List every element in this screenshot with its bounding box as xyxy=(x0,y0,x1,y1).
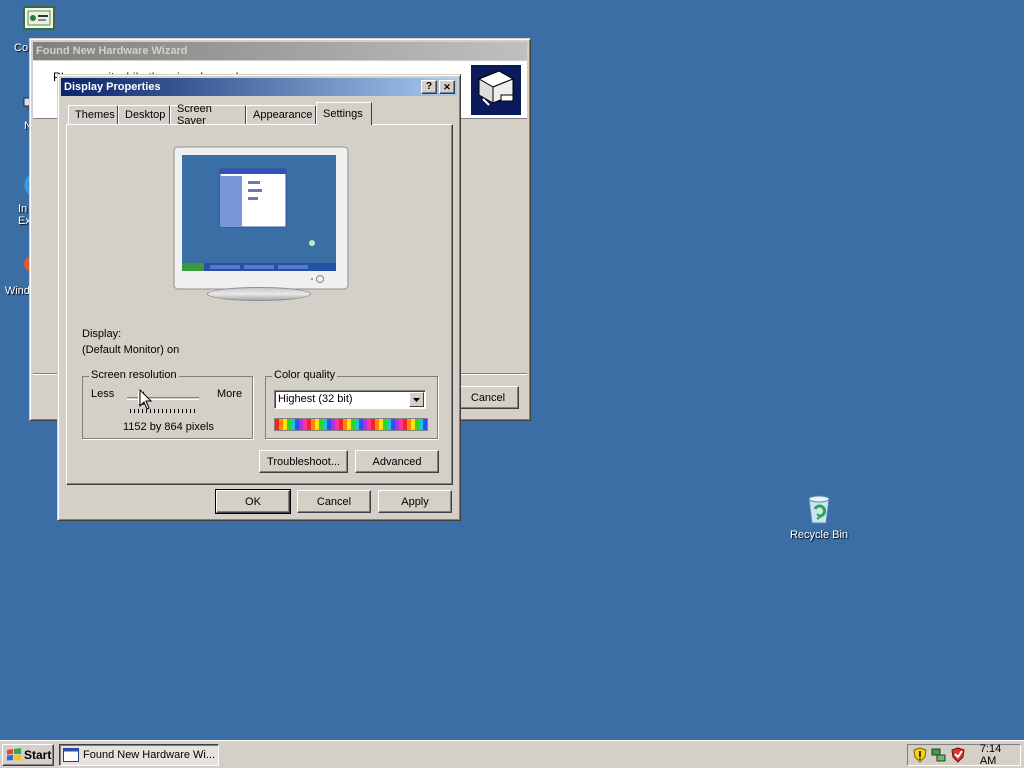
resolution-slider[interactable] xyxy=(127,391,199,413)
settings-panel: Display: (Default Monitor) on Screen res… xyxy=(66,124,453,485)
tab-themes[interactable]: Themes xyxy=(68,105,118,124)
wizard-titlebar[interactable]: Found New Hardware Wizard xyxy=(33,42,527,60)
mouse-cursor-icon xyxy=(139,388,153,411)
tab-desktop[interactable]: Desktop xyxy=(118,105,170,124)
windows-logo-icon xyxy=(7,748,21,761)
computer-icon xyxy=(23,6,55,38)
taskbar: Start Found New Hardware Wi... 7:14 AM xyxy=(0,740,1024,768)
recycle-bin-icon xyxy=(803,493,835,525)
resolution-value: 1152 by 864 pixels xyxy=(123,421,214,433)
network-connection-icon[interactable] xyxy=(931,747,947,763)
wizard-cancel-button[interactable]: Cancel xyxy=(457,386,519,409)
taskbar-item-label: Found New Hardware Wi... xyxy=(83,749,216,761)
system-tray: 7:14 AM xyxy=(907,743,1021,767)
tab-strip: Themes Desktop Screen Saver Appearance S… xyxy=(68,102,452,127)
color-quality-select[interactable]: Highest (32 bit) xyxy=(274,390,426,409)
resolution-less-label: Less xyxy=(91,388,115,400)
tab-appearance[interactable]: Appearance xyxy=(246,105,316,124)
color-spectrum-bar xyxy=(274,418,428,431)
dropdown-arrow-button[interactable] xyxy=(409,392,424,407)
color-quality-value: Highest (32 bit) xyxy=(278,393,353,405)
screen-resolution-group: Screen resolution Less More 1152 by 864 … xyxy=(82,369,253,439)
monitor-preview xyxy=(172,145,350,305)
monitor-stand xyxy=(207,287,311,301)
tab-screen-saver[interactable]: Screen Saver xyxy=(170,103,246,127)
desktop-icon-recycle-bin[interactable]: Recycle Bin xyxy=(783,493,855,542)
help-button[interactable]: ? xyxy=(421,80,437,94)
recycle-bin-label: Recycle Bin xyxy=(789,529,849,541)
tab-settings[interactable]: Settings xyxy=(316,102,372,125)
display-label: Display: xyxy=(82,328,122,340)
window-icon xyxy=(63,748,79,762)
ok-button[interactable]: OK xyxy=(215,489,291,514)
cancel-button[interactable]: Cancel xyxy=(297,490,371,513)
start-label: Start xyxy=(24,748,52,762)
security-shield-icon[interactable] xyxy=(912,747,928,763)
display-properties-window[interactable]: Display Properties ? ✕ Themes Desktop Sc… xyxy=(57,74,461,521)
start-button[interactable]: Start xyxy=(2,744,54,766)
clock[interactable]: 7:14 AM xyxy=(980,743,1020,767)
screen-resolution-legend: Screen resolution xyxy=(89,369,179,381)
chevron-down-icon xyxy=(413,397,420,402)
antivirus-shield-icon[interactable] xyxy=(950,747,966,763)
troubleshoot-button[interactable]: Troubleshoot... xyxy=(259,450,348,473)
color-quality-legend: Color quality xyxy=(272,369,338,381)
close-button[interactable]: ✕ xyxy=(439,80,455,94)
color-quality-group: Color quality Highest (32 bit) xyxy=(265,369,438,439)
resolution-more-label: More xyxy=(217,388,243,400)
taskbar-item-hardware-wizard[interactable]: Found New Hardware Wi... xyxy=(59,744,219,766)
display-properties-titlebar[interactable]: Display Properties ? ✕ xyxy=(61,78,457,96)
hardware-wizard-icon xyxy=(471,65,521,115)
wizard-title: Found New Hardware Wizard xyxy=(36,45,188,57)
apply-button[interactable]: Apply xyxy=(378,490,452,513)
advanced-button[interactable]: Advanced xyxy=(355,450,439,473)
display-value: (Default Monitor) on xyxy=(82,344,180,356)
window-title: Display Properties xyxy=(64,81,161,93)
